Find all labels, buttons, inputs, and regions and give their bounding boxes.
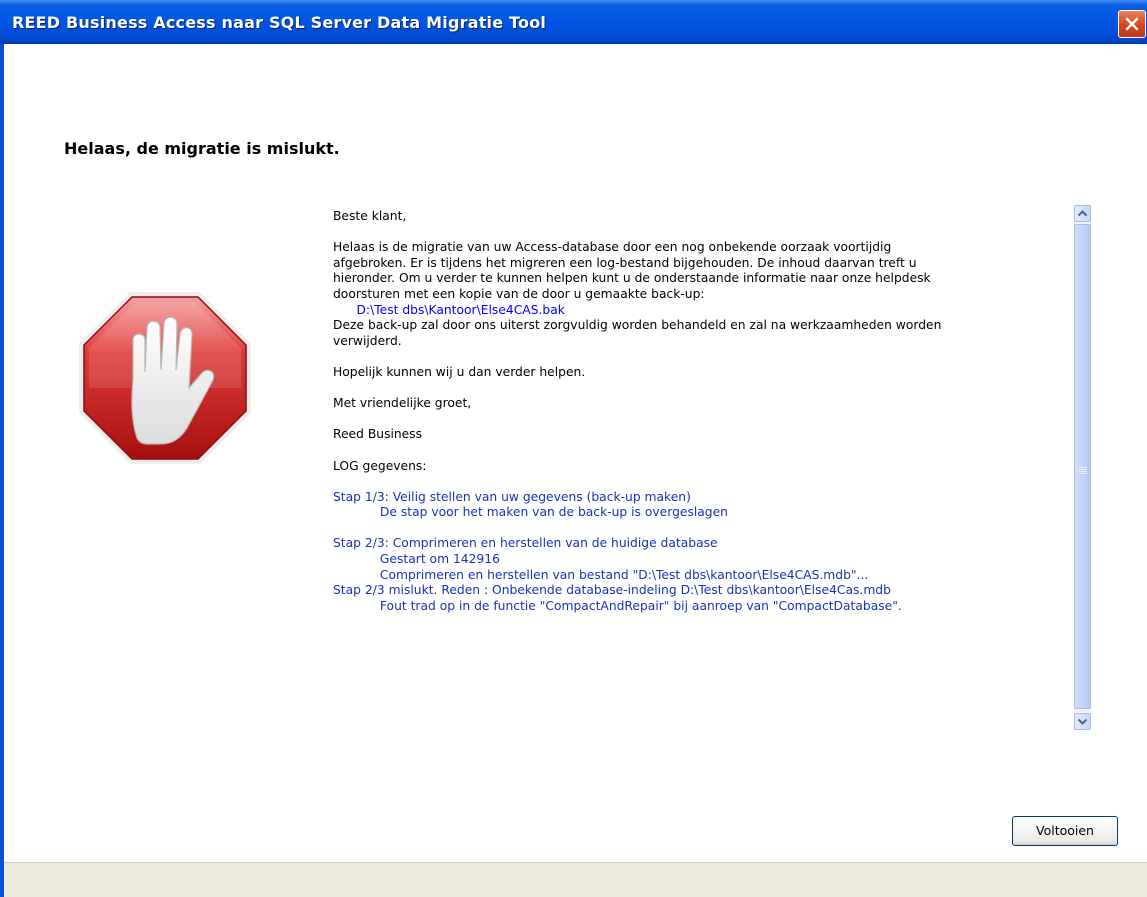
scroll-down-button[interactable]: [1074, 713, 1091, 730]
log-line: Comprimeren en herstellen van bestand "D…: [333, 567, 869, 582]
title-bar[interactable]: REED Business Access naar SQL Server Dat…: [0, 0, 1147, 44]
stop-hand-icon: [79, 292, 251, 464]
message-line: Helaas is de migratie van uw Access-data…: [333, 240, 892, 255]
close-icon: [1125, 17, 1139, 31]
message-line: hieronder. Om u verder te kunnen helpen …: [333, 271, 931, 286]
greeting: Beste klant,: [333, 209, 407, 223]
log-line: Stap 2/3: Comprimeren en herstellen van …: [333, 536, 718, 551]
log-line: Stap 1/3: Veilig stellen van uw gegevens…: [333, 489, 691, 504]
log-line: Fout trad op in de functie "CompactAndRe…: [333, 598, 902, 613]
message-text: Beste klant, Helaas is de migratie van u…: [333, 209, 1068, 729]
chevron-up-icon: [1078, 210, 1087, 217]
closing-text: Met vriendelijke groet,: [333, 396, 472, 411]
close-button[interactable]: [1118, 10, 1146, 38]
signature: Reed Business: [333, 427, 423, 442]
scroll-up-button[interactable]: [1074, 205, 1091, 222]
backup-path: D:\Test dbs\Kantoor\Else4CAS.bak: [356, 302, 565, 317]
chevron-down-icon: [1078, 718, 1087, 725]
log-line: Gestart om 142916: [333, 552, 500, 567]
message-line: afgebroken. Er is tijdens het migreren e…: [333, 255, 917, 270]
finish-button[interactable]: Voltooien: [1012, 816, 1118, 846]
message-line: Deze back-up zal door ons uiterst zorgvu…: [333, 318, 942, 333]
message-line: verwijderd.: [333, 333, 402, 348]
migration-wizard-window: REED Business Access naar SQL Server Dat…: [0, 0, 1147, 897]
status-strip: [4, 862, 1147, 897]
scrollbar-thumb[interactable]: [1074, 224, 1091, 709]
vertical-scrollbar[interactable]: [1074, 205, 1091, 730]
grip-icon: [1079, 467, 1087, 468]
hope-text: Hopelijk kunnen wij u dan verder helpen.: [333, 364, 586, 379]
message-line: doorsturen met een kopie van de door u g…: [333, 286, 705, 301]
page-title: Helaas, de migratie is mislukt.: [64, 139, 340, 158]
window-title: REED Business Access naar SQL Server Dat…: [12, 13, 547, 32]
log-header: LOG gegevens:: [333, 458, 427, 473]
wizard-content: Helaas, de migratie is mislukt. Beste kl…: [4, 44, 1147, 897]
log-line: Stap 2/3 mislukt. Reden : Onbekende data…: [333, 583, 891, 598]
log-line: De stap voor het maken van de back-up is…: [333, 505, 728, 520]
